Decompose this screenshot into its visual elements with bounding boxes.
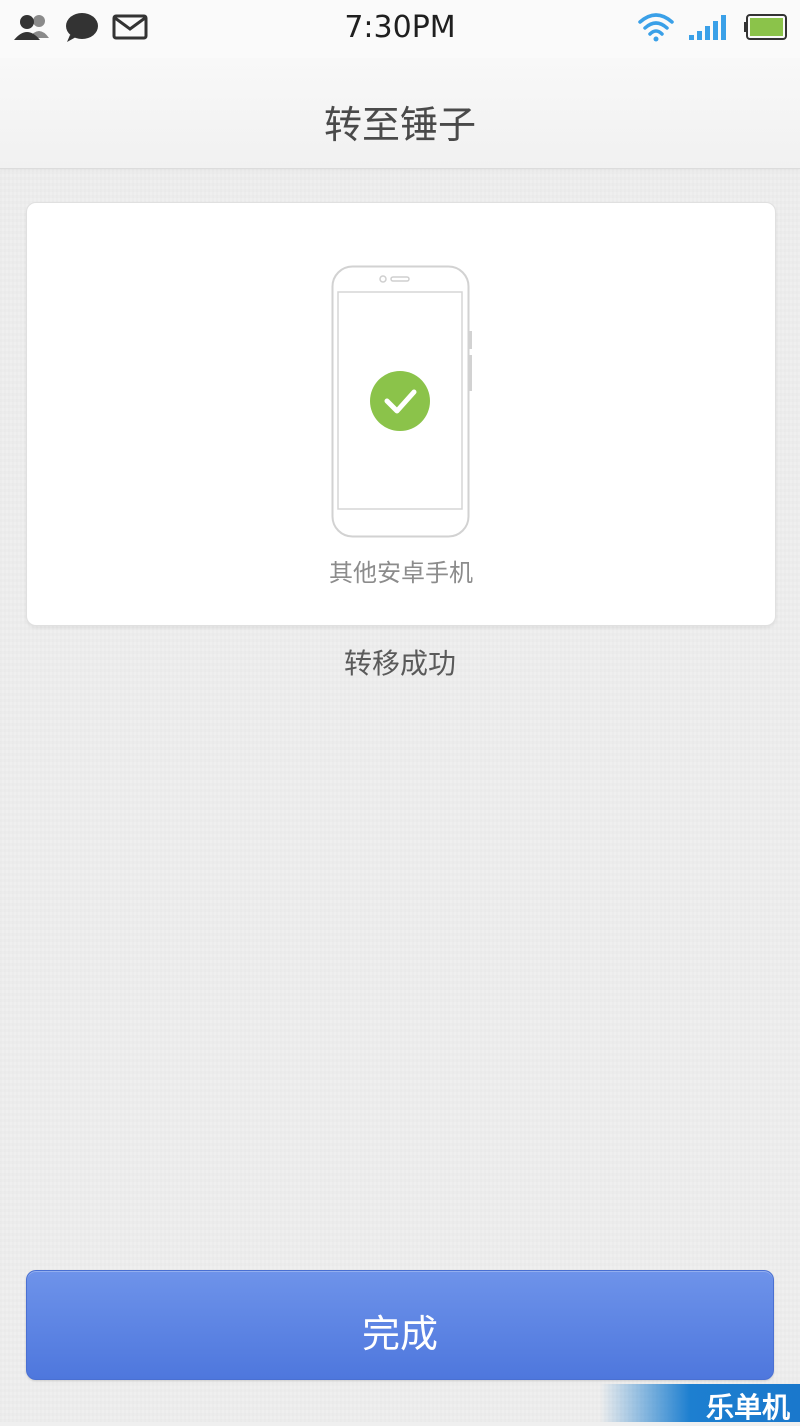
- device-card: 其他安卓手机: [26, 202, 776, 626]
- wifi-icon: [638, 12, 674, 46]
- signal-icon: [688, 13, 730, 45]
- done-button-label: 完成: [361, 1312, 438, 1356]
- page-title: 转至锤子: [323, 103, 476, 147]
- transfer-status-text: 转移成功: [343, 647, 456, 680]
- status-bar: 7:30PM: [0, 0, 800, 58]
- battery-icon: [744, 14, 788, 44]
- watermark-logo: 乐单机: [600, 1384, 800, 1424]
- done-button[interactable]: 完成: [26, 1270, 774, 1380]
- phone-check-icon: [331, 265, 473, 539]
- status-bar-right-icons: [638, 12, 788, 46]
- title-bar: 转至锤子: [0, 58, 800, 169]
- device-label: 其他安卓手机: [329, 559, 473, 587]
- watermark-text: 乐单机: [705, 1391, 790, 1424]
